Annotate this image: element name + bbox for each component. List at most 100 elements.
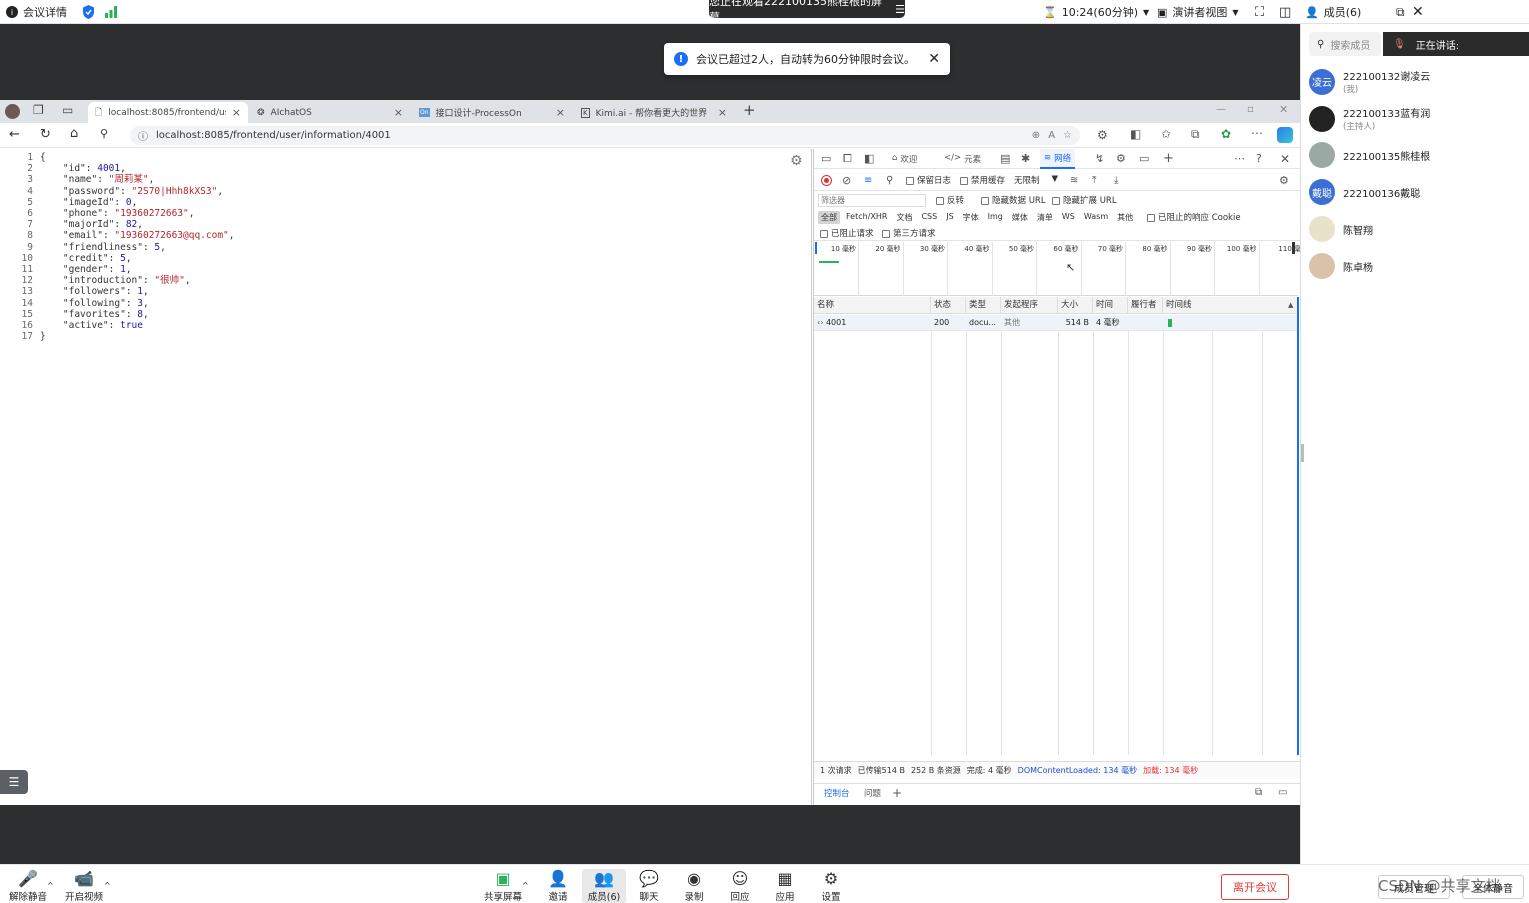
- undock-drawer-icon[interactable]: ⧉: [1255, 787, 1262, 798]
- close-panel-icon[interactable]: ✕: [1412, 0, 1424, 24]
- type-filter-11[interactable]: 其他: [1114, 211, 1136, 224]
- chevron-up-icon[interactable]: ^: [104, 881, 111, 890]
- search-icon[interactable]: ⚲: [100, 127, 108, 140]
- chevron-up-icon[interactable]: ^: [522, 881, 529, 890]
- tab-actions-icon[interactable]: ▭: [62, 103, 73, 117]
- network-settings-icon[interactable]: ⚙: [1279, 174, 1289, 187]
- import-icon[interactable]: ⤒: [1092, 175, 1096, 186]
- more-menu-icon[interactable]: ⋯: [1251, 126, 1263, 140]
- viewing-screen-banner[interactable]: 您正在观看222100135熊桂根的屏幕 ☰: [709, 0, 905, 24]
- minimize-icon[interactable]: —: [1216, 104, 1226, 115]
- extension-green-icon[interactable]: ✿: [1221, 127, 1231, 141]
- gear-icon[interactable]: ⚙: [1116, 152, 1126, 165]
- popout-icon[interactable]: ⧉: [1396, 0, 1405, 24]
- network-conditions-icon[interactable]: ≋: [1070, 175, 1078, 186]
- back-icon[interactable]: ←: [9, 127, 20, 142]
- blocked-cookies-checkbox[interactable]: 已阻止的响应 Cookie: [1147, 211, 1241, 223]
- add-tool-icon[interactable]: +: [1163, 151, 1174, 166]
- type-filter-7[interactable]: 媒体: [1009, 211, 1031, 224]
- member-item[interactable]: 222100133蓝有润 (主持人): [1309, 105, 1430, 132]
- record-icon[interactable]: [821, 174, 832, 186]
- member-item[interactable]: 222100135熊桂根: [1309, 142, 1430, 168]
- column-header[interactable]: 时间: [1093, 297, 1128, 314]
- tab-kimi[interactable]: K Kimi.ai - 帮你看更大的世界 ×: [574, 102, 734, 123]
- column-header[interactable]: 状态: [931, 297, 966, 314]
- type-filter-5[interactable]: 字体: [960, 211, 982, 224]
- member-item[interactable]: 戴聪 222100136戴聪: [1309, 179, 1420, 205]
- column-header[interactable]: 大小: [1058, 297, 1093, 314]
- type-filter-1[interactable]: Fetch/XHR: [843, 211, 890, 224]
- invite-button[interactable]: 👤 邀请: [536, 869, 580, 903]
- security-shield-icon[interactable]: [82, 0, 95, 24]
- application-icon[interactable]: ▭: [1139, 152, 1149, 165]
- read-aloud-icon[interactable]: A: [1048, 130, 1055, 141]
- fullscreen-icon[interactable]: ⛶: [1255, 0, 1264, 24]
- tab-localhost[interactable]: 🗋 localhost:8085/frontend/user/inf ×: [88, 102, 248, 123]
- column-header[interactable]: 名称: [814, 297, 931, 314]
- clear-icon[interactable]: ⊘: [842, 174, 851, 187]
- unmute-button[interactable]: 🎤 解除静音: [6, 869, 50, 903]
- throttle-select[interactable]: 无限制 ▼: [1014, 174, 1058, 186]
- apps-button[interactable]: ▦ 应用: [763, 869, 807, 903]
- request-row[interactable]: ‹› 4001 200 docu... 其他 514 B4 毫秒: [814, 315, 1298, 331]
- close-tab-icon[interactable]: ×: [718, 106, 727, 119]
- type-filter-6[interactable]: Img: [985, 211, 1006, 224]
- type-filter-9[interactable]: WS: [1059, 211, 1078, 224]
- preserve-log-checkbox[interactable]: 保留日志: [906, 174, 951, 186]
- signal-bars-icon[interactable]: [105, 0, 117, 24]
- hide-data-url-checkbox[interactable]: 隐藏数据 URL: [981, 194, 1046, 206]
- disable-cache-checkbox[interactable]: 禁用缓存: [960, 174, 1005, 186]
- type-filter-0[interactable]: 全部: [818, 210, 840, 224]
- inspect-icon[interactable]: ⧠: [843, 152, 852, 166]
- home-icon[interactable]: ⌂: [70, 126, 78, 141]
- leave-meeting-button[interactable]: 离开会议: [1221, 874, 1289, 900]
- chat-button[interactable]: 💬 聊天: [627, 869, 671, 903]
- filter-icon[interactable]: ≡: [864, 175, 872, 186]
- type-filter-4[interactable]: JS: [943, 211, 956, 224]
- viewer-settings-icon[interactable]: ⚙: [790, 153, 803, 169]
- new-tab-icon[interactable]: +: [743, 101, 756, 119]
- settings-button[interactable]: ⚙ 设置: [809, 869, 853, 903]
- device-toolbar-icon[interactable]: ▭: [821, 152, 831, 165]
- chevron-up-icon[interactable]: ^: [47, 881, 54, 890]
- tab-elements[interactable]: </> 元素: [944, 153, 981, 165]
- list-toggle-icon[interactable]: ☰: [0, 770, 28, 794]
- invert-checkbox[interactable]: 反转: [936, 194, 964, 206]
- drawer-console-tab[interactable]: 控制台: [824, 787, 850, 799]
- workspaces-icon[interactable]: ❐: [33, 103, 44, 117]
- type-filter-8[interactable]: 清单: [1034, 211, 1056, 224]
- meeting-info-button[interactable]: i 会议详情: [6, 0, 67, 24]
- member-search[interactable]: ⚲ 搜索成员: [1309, 32, 1381, 56]
- close-icon[interactable]: ✕: [928, 51, 940, 67]
- manage-members-button[interactable]: 成员管理: [1378, 875, 1450, 899]
- column-header[interactable]: 时间线: [1163, 297, 1298, 314]
- bug-icon[interactable]: ✱: [1021, 152, 1030, 165]
- tab-welcome[interactable]: ⌂ 欢迎: [892, 153, 917, 165]
- blocked-requests-checkbox[interactable]: 已阻止请求: [820, 227, 874, 239]
- tab-network[interactable]: ≋ 网络: [1040, 148, 1076, 169]
- favorite-star-icon[interactable]: ☆: [1063, 130, 1072, 141]
- profile-avatar[interactable]: [5, 104, 20, 119]
- column-header[interactable]: 发起程序: [1001, 297, 1058, 314]
- members-button[interactable]: 👥 成员(6): [582, 869, 626, 903]
- mute-all-button[interactable]: 全体静音: [1462, 875, 1524, 899]
- tab-processon[interactable]: On 接口设计-ProcessOn ×: [412, 102, 572, 123]
- url-field[interactable]: ⓘ localhost:8085/frontend/user/informati…: [130, 126, 1080, 145]
- search-icon[interactable]: ⚲: [886, 175, 893, 186]
- meeting-timer[interactable]: ⌛ 10:24(60分钟) ▼: [1043, 0, 1149, 24]
- copilot-icon[interactable]: [1277, 127, 1293, 143]
- collections-icon[interactable]: ⧉: [1191, 127, 1200, 142]
- split-screen-icon[interactable]: ◧: [1130, 127, 1141, 141]
- member-item[interactable]: 陈智翔: [1309, 216, 1373, 242]
- record-button[interactable]: ◉ 录制: [672, 869, 716, 903]
- close-tab-icon[interactable]: ×: [232, 106, 241, 119]
- console-icon[interactable]: ▤: [1000, 152, 1010, 165]
- close-tab-icon[interactable]: ×: [556, 106, 565, 119]
- drawer-issues-tab[interactable]: 问题: [864, 787, 881, 799]
- member-item[interactable]: 陈卓杨: [1309, 253, 1373, 279]
- export-icon[interactable]: ⤓: [1114, 175, 1118, 186]
- sort-up-icon[interactable]: ▲: [1288, 301, 1293, 309]
- presenter-view-button[interactable]: ▣ 演讲者视图 ▼: [1157, 0, 1239, 24]
- start-video-button[interactable]: 📹 开启视频: [62, 869, 106, 903]
- third-party-checkbox[interactable]: 第三方请求: [882, 227, 936, 239]
